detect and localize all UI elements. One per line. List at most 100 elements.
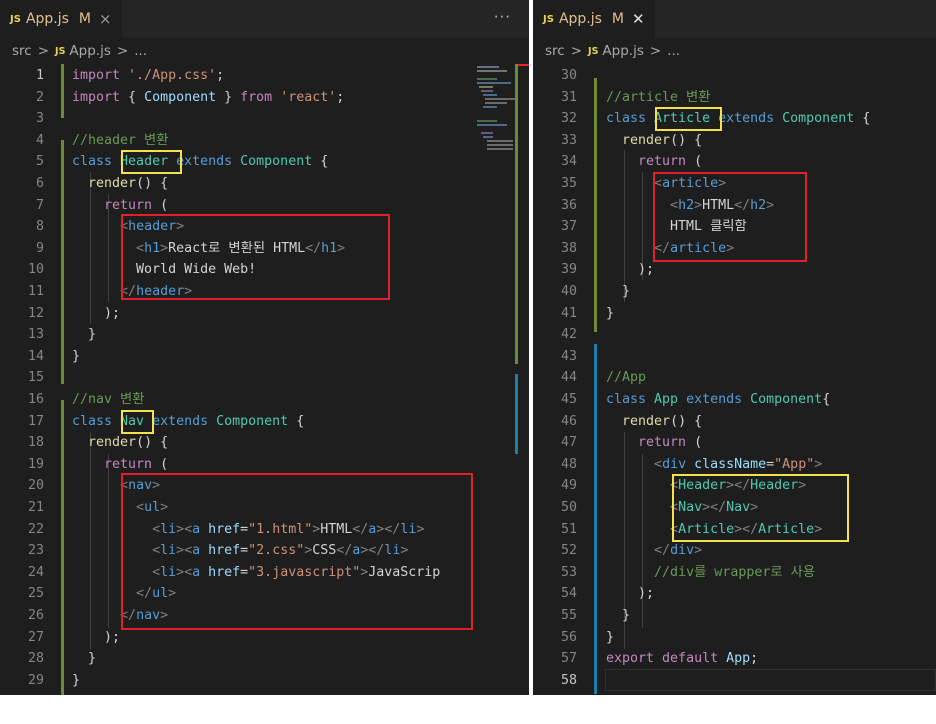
- code-token: () {: [670, 132, 703, 148]
- code-line[interactable]: 33 render() {: [533, 130, 936, 152]
- code-text: //article 변환: [606, 87, 711, 109]
- line-number: 58: [560, 672, 577, 688]
- line-number: 21: [27, 500, 44, 515]
- code-token: //nav 변환: [72, 392, 145, 407]
- code-line[interactable]: 56}: [533, 627, 936, 649]
- code-line[interactable]: 40 }: [533, 281, 936, 303]
- code-text: class Nav extends Component {: [72, 411, 304, 433]
- breadcrumb-folder[interactable]: src: [545, 43, 565, 59]
- js-file-icon: JS: [10, 13, 21, 25]
- breadcrumb-file[interactable]: App.js: [602, 43, 643, 59]
- code-token: (: [686, 435, 703, 451]
- line-number: 49: [560, 478, 577, 494]
- close-icon[interactable]: ×: [99, 10, 112, 28]
- code-editor[interactable]: 30 31 //article 변환 32 class Article extends …: [533, 64, 936, 695]
- line-number: 57: [560, 651, 577, 667]
- code-token: default: [662, 651, 727, 667]
- code-line[interactable]: 5 class Header extends Component {: [0, 151, 529, 173]
- code-token: return: [638, 435, 687, 451]
- code-line[interactable]: 44 //App: [533, 367, 936, 389]
- code-line[interactable]: 13 }: [0, 324, 529, 346]
- vertical-scrollbar[interactable]: [515, 64, 529, 695]
- code-token: );: [72, 305, 121, 321]
- code-line[interactable]: 46 render() {: [533, 411, 936, 433]
- code-line[interactable]: 17 class Nav extends Component {: [0, 411, 529, 433]
- line-number: 36: [560, 197, 577, 213]
- more-actions-icon[interactable]: ···: [494, 8, 511, 26]
- tab-app-js[interactable]: JS App.js M ×: [0, 0, 122, 38]
- code-line[interactable]: 43: [533, 346, 936, 368]
- code-text: render() {: [72, 432, 168, 454]
- code-line[interactable]: 7 return (: [0, 195, 529, 217]
- line-number: 17: [27, 413, 44, 429]
- breadcrumb-symbols[interactable]: ...: [134, 43, 147, 59]
- code-line[interactable]: 57 export default App;: [533, 648, 936, 670]
- code-line[interactable]: 31 //article 변환: [533, 87, 936, 109]
- code-line[interactable]: 48 <div className="App">: [533, 454, 936, 476]
- code-line[interactable]: 53 //div를 wrapper로 사용: [533, 562, 936, 584]
- line-number: 50: [560, 500, 577, 515]
- code-line[interactable]: 18 render() {: [0, 432, 529, 454]
- tab-app-js[interactable]: JS App.js M ✕: [533, 0, 655, 38]
- code-token: ;: [336, 89, 345, 105]
- code-token: export: [606, 651, 663, 667]
- line-number: 2: [35, 89, 44, 105]
- breadcrumb-folder[interactable]: src: [12, 43, 32, 59]
- code-token: (: [152, 197, 169, 213]
- code-line[interactable]: 4 //header 변환: [0, 130, 529, 152]
- line-number: 20: [27, 478, 44, 494]
- code-text: //nav 변환: [72, 389, 145, 411]
- code-token: >: [814, 456, 823, 472]
- code-token: }: [72, 672, 81, 688]
- code-text: }: [72, 670, 80, 692]
- code-line[interactable]: 15: [0, 367, 529, 389]
- code-token: }: [72, 327, 97, 343]
- code-line[interactable]: 45 class App extends Component{: [533, 389, 936, 411]
- code-token: }: [606, 305, 615, 321]
- close-icon[interactable]: ✕: [632, 10, 645, 28]
- code-line[interactable]: 47 return (: [533, 432, 936, 454]
- line-number: 13: [27, 327, 44, 343]
- code-line[interactable]: 42: [533, 324, 936, 346]
- line-number: 11: [27, 284, 44, 299]
- code-line[interactable]: 30: [533, 65, 936, 87]
- code-line[interactable]: 39 );: [533, 259, 936, 281]
- code-token: import: [72, 68, 129, 83]
- code-line[interactable]: 29}: [0, 670, 529, 692]
- code-line[interactable]: 1 import './App.css';: [0, 65, 529, 87]
- code-token: {: [312, 154, 329, 170]
- code-text: }: [606, 281, 630, 303]
- code-token: }: [606, 608, 631, 623]
- code-line[interactable]: 16 //nav 변환: [0, 389, 529, 411]
- code-line[interactable]: 54 );: [533, 583, 936, 605]
- chevron-right-icon: >: [570, 43, 583, 59]
- breadcrumb-file[interactable]: App.js: [69, 43, 110, 59]
- code-line[interactable]: 3: [0, 108, 529, 130]
- code-line[interactable]: 58: [533, 670, 936, 692]
- code-line[interactable]: 28 }: [0, 648, 529, 670]
- minimap[interactable]: [471, 64, 515, 164]
- line-number: 34: [560, 154, 577, 170]
- code-line[interactable]: 14}: [0, 346, 529, 368]
- code-line[interactable]: 55 }: [533, 605, 936, 627]
- line-number: 30: [560, 68, 577, 83]
- code-token: "App": [774, 456, 815, 472]
- code-token: ;: [216, 68, 225, 83]
- breadcrumb-symbols[interactable]: ...: [667, 43, 680, 59]
- code-token: render: [622, 413, 671, 429]
- code-line[interactable]: 52 </div>: [533, 540, 936, 562]
- code-line[interactable]: 34 return (: [533, 151, 936, 173]
- code-text: );: [606, 583, 654, 605]
- code-line[interactable]: 32 class Article extends Component {: [533, 108, 936, 130]
- highlight-box-nav-jsx: [121, 473, 473, 630]
- code-line[interactable]: 6 render() {: [0, 173, 529, 195]
- code-text: <div className="App">: [606, 454, 822, 476]
- code-token: return: [104, 197, 153, 213]
- code-line[interactable]: 12 );: [0, 303, 529, 325]
- code-line[interactable]: 41}: [533, 303, 936, 325]
- line-number: 56: [560, 629, 577, 645]
- code-line[interactable]: 2 import { Component } from 'react';: [0, 87, 529, 109]
- highlight-box-article-class: [655, 107, 722, 131]
